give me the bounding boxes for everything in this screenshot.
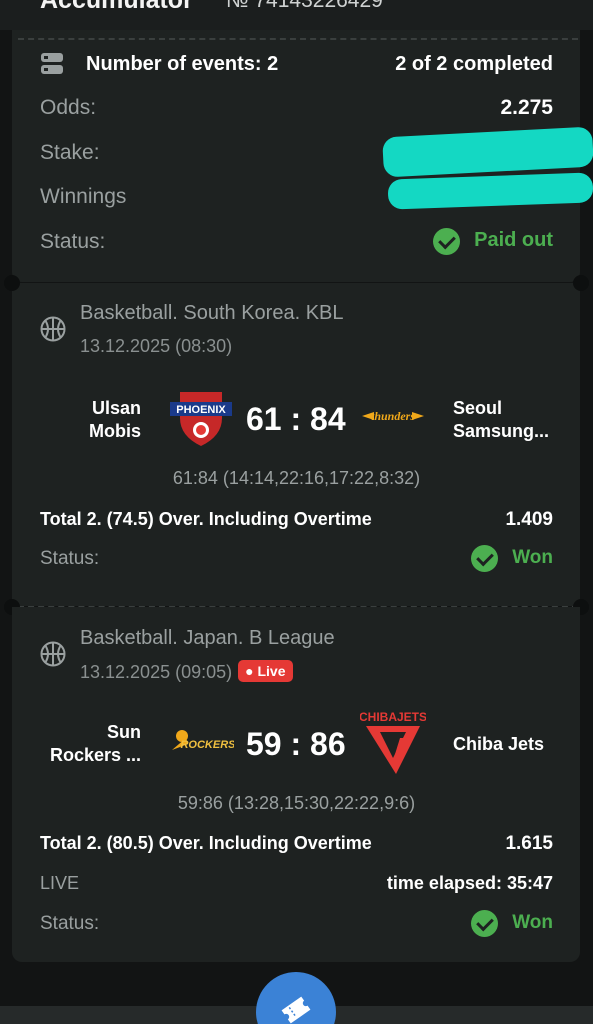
check-circle-icon xyxy=(470,545,498,572)
home-team-line: Rockers ... xyxy=(49,745,141,765)
status-paid-out: Paid out xyxy=(432,228,553,255)
basketball-icon xyxy=(40,641,66,667)
coupon-fab-button[interactable] xyxy=(256,972,336,1024)
event-status-row: Status: Won xyxy=(40,545,553,572)
period-scores: 61:84 (14:14,22:16,17:22,8:32) xyxy=(172,468,421,488)
event-date: 13.12.2025 (09:05) ● Live xyxy=(80,660,293,683)
away-team-name: Seoul Samsung... xyxy=(453,397,549,443)
time-elapsed: time elapsed: 35:47 xyxy=(386,873,553,893)
event-date-text: 13.12.2025 (09:05) xyxy=(80,662,233,682)
event-status-row: Status: Won xyxy=(40,910,553,937)
event-status-value: Won xyxy=(512,546,553,568)
bet-market: Total 2. (74.5) Over. Including Overtime xyxy=(40,509,372,529)
away-logo-text: thunders xyxy=(371,409,415,423)
away-team-line: Seoul xyxy=(453,398,503,418)
away-team-name: Chiba Jets xyxy=(453,734,545,754)
status-label: Status: xyxy=(40,229,106,253)
away-team-logo: CHIBAJETS xyxy=(360,710,426,774)
away-logo-text: CHIBAJETS xyxy=(360,710,426,724)
winnings-label: Winnings xyxy=(40,185,127,208)
events-row: Number of events: 2 2 of 2 completed xyxy=(40,52,553,76)
event-league: Basketball. South Korea. KBL xyxy=(80,302,344,324)
stake-label: Stake: xyxy=(40,141,100,164)
check-circle-icon xyxy=(470,910,498,937)
coupon-title: Accumulator xyxy=(40,0,193,14)
bet-odds: 1.615 xyxy=(505,833,553,854)
basketball-icon xyxy=(40,316,66,342)
ticket-notch xyxy=(573,275,589,291)
event-status-value: Won xyxy=(512,911,553,933)
away-team-line: Samsung... xyxy=(453,421,550,441)
home-team-line: Mobis xyxy=(89,421,141,441)
event-date: 13.12.2025 (08:30) xyxy=(80,336,233,356)
home-team-line: Ulsan xyxy=(91,398,141,418)
event-score: 61 : 84 xyxy=(246,401,346,437)
away-team-logo: thunders xyxy=(362,409,424,423)
header: Accumulator № 74143226429 xyxy=(0,0,593,30)
live-badge: ● Live xyxy=(238,660,293,682)
status-row: Status: Paid out xyxy=(40,228,553,255)
home-team-logo: PHOENIX xyxy=(170,392,232,446)
home-team-name: Sun Rockers ... xyxy=(50,721,141,767)
events-count-label: Number of events: 2 xyxy=(86,52,279,75)
home-logo-text: PHOENIX xyxy=(176,404,226,416)
home-team-logo: ROCKERS xyxy=(172,730,234,751)
ticket-notch xyxy=(4,275,20,291)
event-status: Won xyxy=(470,545,553,572)
live-badge-text: Live xyxy=(257,663,286,679)
bet-market: Total 2. (80.5) Over. Including Overtime xyxy=(40,833,372,853)
period-scores: 59:86 (13:28,15:30,22:22,9:6) xyxy=(177,793,416,813)
odds-row: Odds: 2.275 xyxy=(40,96,553,120)
divider xyxy=(18,38,578,40)
ticket-icon xyxy=(281,996,311,1024)
completed-count: 2 of 2 completed xyxy=(395,52,553,75)
home-logo-text: ROCKERS xyxy=(180,739,234,751)
home-team-line: Sun xyxy=(107,722,141,742)
home-team-name: Ulsan Mobis xyxy=(89,397,141,443)
event-league: Basketball. Japan. B League xyxy=(80,627,335,649)
odds-value: 2.275 xyxy=(500,96,553,119)
event-status-label: Status: xyxy=(40,912,100,934)
odds-label: Odds: xyxy=(40,96,97,119)
event-status-label: Status: xyxy=(40,547,100,569)
live-label: LIVE xyxy=(40,873,80,893)
check-circle-icon xyxy=(432,228,460,255)
event-status: Won xyxy=(470,910,553,937)
bet-odds: 1.409 xyxy=(505,509,553,530)
event-score: 59 : 86 xyxy=(246,726,346,762)
events-count: Number of events: 2 xyxy=(40,52,278,76)
coupon-number: № 74143226429 xyxy=(226,0,383,12)
live-row: LIVE time elapsed: 35:47 xyxy=(40,873,553,894)
status-value: Paid out xyxy=(474,228,553,251)
coupon-list-icon xyxy=(41,53,63,74)
